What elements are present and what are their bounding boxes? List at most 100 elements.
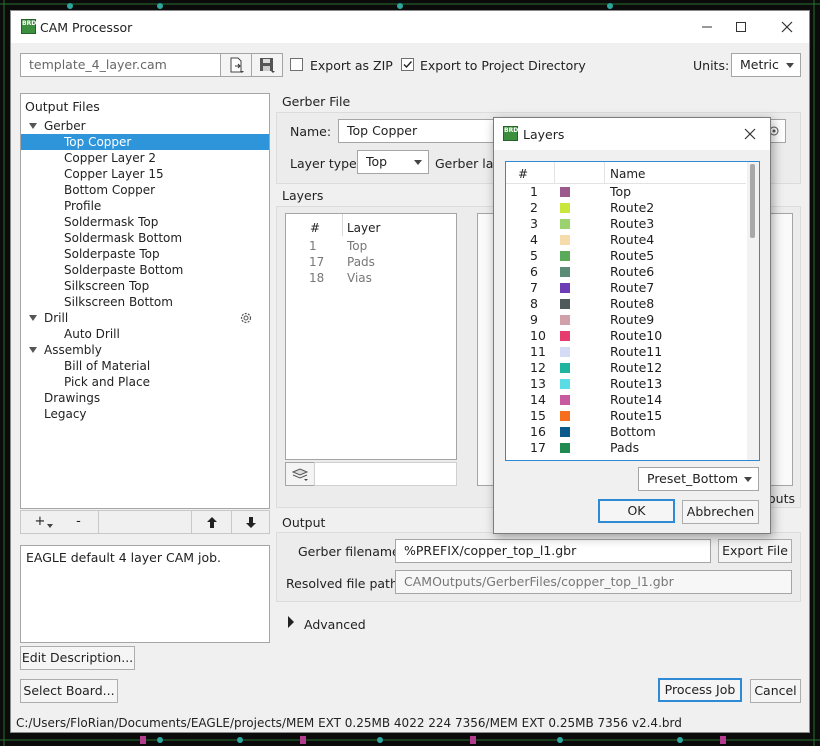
remove-output-button[interactable]: - [59, 511, 99, 533]
maximize-button[interactable] [725, 15, 757, 39]
expand-arrow-icon[interactable] [29, 123, 37, 129]
layer-name: Route11 [610, 344, 663, 359]
layer-list-item[interactable]: 17 Pads [506, 440, 746, 456]
window-title: CAM Processor [40, 20, 133, 35]
layers-dialog: BRD Layers # Name 1 Top 2 Route2 3 Route3 4 Rou… [493, 117, 771, 534]
save-job-button[interactable] [251, 53, 283, 77]
tree-item[interactable]: Soldermask Bottom [21, 230, 269, 246]
tree-item[interactable]: Top Copper [21, 134, 269, 150]
job-description: EAGLE default 4 layer CAM job. [20, 545, 270, 643]
layer-row-num: 1 [309, 239, 317, 253]
export-file-button[interactable]: Export File [718, 539, 792, 563]
close-button[interactable] [771, 15, 803, 39]
tree-toolbar: + - [20, 510, 270, 534]
preset-select[interactable]: Preset_Bottom [638, 467, 759, 491]
tree-item-label: Soldermask Top [64, 215, 159, 229]
layer-list-item[interactable]: 8 Route8 [506, 296, 746, 312]
layer-list-item[interactable]: 12 Route12 [506, 360, 746, 376]
tree-item-label: Silkscreen Top [64, 279, 150, 293]
layer-row-name: Pads [347, 255, 375, 269]
column-divider [554, 162, 555, 184]
minimize-icon [702, 26, 712, 28]
layer-color-swatch [560, 203, 570, 213]
status-bar-path: C:/Users/FloRian/Documents/EAGLE/project… [11, 714, 809, 732]
layer-list-item[interactable]: 16 Bottom [506, 424, 746, 440]
chevron-down-icon [786, 63, 794, 68]
layer-name: Top [610, 184, 632, 199]
layer-color-swatch [560, 331, 570, 341]
units-select[interactable]: Metric [731, 53, 801, 77]
layer-list-item[interactable]: 11 Route11 [506, 344, 746, 360]
select-board-button[interactable]: Select Board... [20, 679, 118, 703]
layer-list-item[interactable]: 10 Route10 [506, 328, 746, 344]
expand-arrow-icon[interactable] [29, 347, 37, 353]
tree-item-label: Copper Layer 2 [64, 151, 156, 165]
layer-list-item[interactable]: 5 Route5 [506, 248, 746, 264]
tree-item[interactable]: Silkscreen Bottom [21, 294, 269, 310]
export-project-checkbox[interactable] [401, 58, 414, 71]
ok-button[interactable]: OK [598, 499, 675, 523]
minimize-button[interactable] [691, 15, 723, 39]
layer-list-item[interactable]: 13 Route13 [506, 376, 746, 392]
tree-item[interactable]: Solderpaste Top [21, 246, 269, 262]
process-job-button[interactable]: Process Job [658, 678, 742, 702]
tree-item[interactable]: Profile [21, 198, 269, 214]
advanced-toggle[interactable]: Advanced [286, 615, 376, 635]
tree-item[interactable]: Silkscreen Top [21, 278, 269, 294]
layer-number: 11 [530, 344, 546, 359]
layer-list-item[interactable]: 14 Route14 [506, 392, 746, 408]
gear-icon[interactable] [239, 311, 253, 325]
output-name-field[interactable]: Top Copper [338, 119, 498, 143]
scrollbar-thumb[interactable] [750, 164, 755, 238]
layer-list-item[interactable]: 3 Route3 [506, 216, 746, 232]
tree-item[interactable]: Legacy [21, 406, 269, 422]
layer-list-item[interactable]: 4 Route4 [506, 232, 746, 248]
layer-number: 17 [530, 440, 546, 455]
tree-item[interactable]: Drawings [21, 390, 269, 406]
layer-type-label: Layer type: [290, 156, 361, 171]
layer-list-item[interactable]: 1 Top [506, 184, 746, 200]
tree-item[interactable]: Soldermask Top [21, 214, 269, 230]
tree-item-label: Assembly [44, 343, 102, 357]
layer-color-swatch [560, 363, 570, 373]
layer-stack-button[interactable] [285, 462, 315, 486]
expand-arrow-icon[interactable] [29, 315, 37, 321]
layer-list-item[interactable]: 9 Route9 [506, 312, 746, 328]
tree-item[interactable]: Pick and Place [21, 374, 269, 390]
layer-list-item[interactable]: 6 Route6 [506, 264, 746, 280]
tree-item[interactable]: Assembly [21, 342, 269, 358]
tree-item[interactable]: Drill [21, 310, 269, 326]
layer-list-item[interactable]: 7 Route7 [506, 280, 746, 296]
tree-item[interactable]: Bill of Material [21, 358, 269, 374]
layers-dialog-list: # Name 1 Top 2 Route2 3 Route3 4 Route4 5 Route5 6… [505, 161, 760, 461]
add-output-button[interactable]: + [21, 511, 59, 533]
column-divider [342, 214, 343, 236]
tree-item[interactable]: Copper Layer 2 [21, 150, 269, 166]
gerber-filename-field[interactable]: %PREFIX/copper_top_l1.gbr [395, 539, 711, 563]
layer-list-item[interactable]: 2 Route2 [506, 200, 746, 216]
edit-description-button[interactable]: Edit Description... [20, 646, 135, 670]
layer-name: Route12 [610, 360, 663, 375]
tree-item[interactable]: Gerber [21, 118, 269, 134]
layer-list-item[interactable]: 15 Route15 [506, 408, 746, 424]
tree-item[interactable]: Solderpaste Bottom [21, 262, 269, 278]
move-up-button[interactable] [191, 511, 231, 533]
tree-item[interactable]: Auto Drill [21, 326, 269, 342]
tree-item-label: Solderpaste Bottom [64, 263, 184, 277]
layer-name: Route10 [610, 328, 663, 343]
tree-item[interactable]: Bottom Copper [21, 182, 269, 198]
open-job-button[interactable] [220, 53, 252, 77]
close-icon [781, 21, 793, 33]
scrollbar[interactable] [747, 162, 759, 460]
move-down-button[interactable] [231, 511, 269, 533]
layer-type-select[interactable]: Top [357, 150, 429, 174]
tree-item-label: Gerber [44, 119, 86, 133]
job-file-field[interactable]: template_4_layer.cam [20, 53, 221, 77]
tree-item-label: Solderpaste Top [64, 247, 160, 261]
export-zip-checkbox[interactable] [290, 58, 303, 71]
tree-item[interactable]: Copper Layer 15 [21, 166, 269, 182]
dialog-close-button[interactable] [738, 122, 762, 146]
layer-color-swatch [560, 427, 570, 437]
cancel-button[interactable]: Cancel [750, 679, 801, 703]
abbrechen-button[interactable]: Abbrechen [682, 500, 759, 524]
